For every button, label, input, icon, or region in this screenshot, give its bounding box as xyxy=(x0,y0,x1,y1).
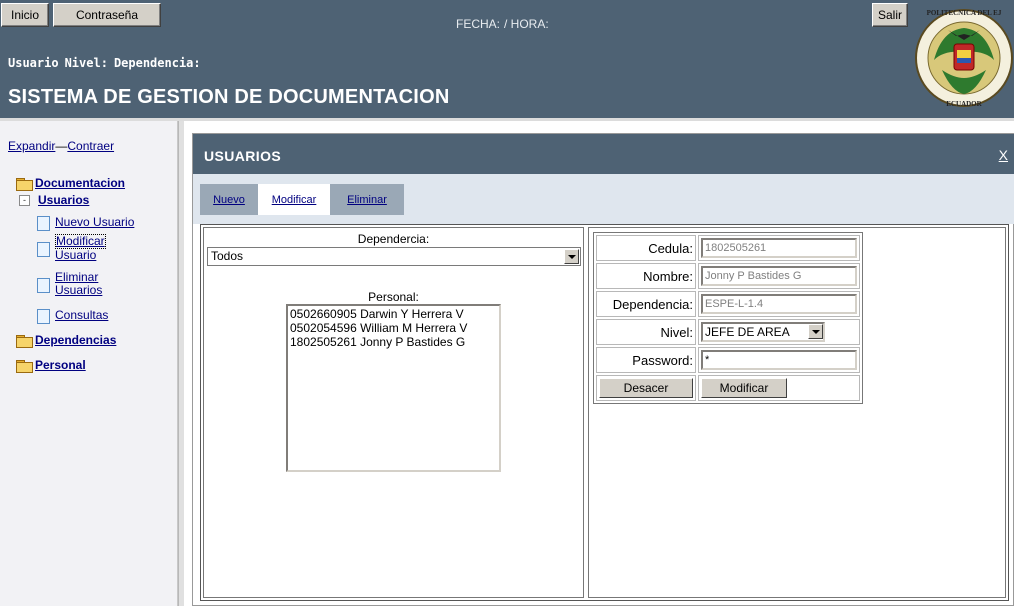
tree-consultas[interactable]: Consultas xyxy=(37,309,108,324)
tree-nuevo-usuario[interactable]: Nuevo Usuario xyxy=(37,216,134,231)
password-button[interactable]: Contraseña xyxy=(53,3,161,27)
tab-content: Dependercia: Todos Personal: 0502660905 … xyxy=(200,224,1009,601)
search-pane: Dependercia: Todos Personal: 0502660905 … xyxy=(203,227,584,598)
tab-eliminar[interactable]: Eliminar xyxy=(330,184,404,215)
personal-link[interactable]: Personal xyxy=(35,358,86,372)
tree-eliminar-usuarios[interactable]: Eliminar Usuarios xyxy=(37,271,102,297)
inicio-button[interactable]: Inicio xyxy=(1,3,49,27)
user-form: Cedula: 1802505261 Nombre: Jonny P Basti… xyxy=(593,232,863,404)
nombre-label: Nombre: xyxy=(596,263,696,289)
list-item[interactable]: 0502660905 Darwin Y Herrera V xyxy=(290,307,497,321)
password-field[interactable]: * xyxy=(701,350,857,370)
usuarios-link[interactable]: Usuarios xyxy=(38,193,89,207)
contraer-link[interactable]: Contraer xyxy=(67,139,114,153)
documentacion-link[interactable]: Documentacion xyxy=(35,176,125,190)
close-icon[interactable]: X xyxy=(999,147,1008,163)
tab-bar: Nuevo Modificar Eliminar xyxy=(193,174,1014,224)
usuarios-sub-link[interactable]: Usuarios xyxy=(55,284,102,297)
user-info: Usuario Nivel: Dependencia: xyxy=(8,56,207,70)
modificar-button[interactable]: Modificar xyxy=(701,378,787,398)
tab-nuevo[interactable]: Nuevo xyxy=(200,184,258,215)
dependencia-select[interactable]: Todos xyxy=(207,247,581,266)
expandir-link[interactable]: Expandir xyxy=(8,139,55,153)
nuevo-usuario-link[interactable]: Nuevo Usuario xyxy=(55,216,134,229)
usuario-link[interactable]: Usuario xyxy=(55,249,106,262)
tree-dependencias[interactable]: Dependencias xyxy=(16,333,116,348)
cedula-field[interactable]: 1802505261 xyxy=(701,238,857,258)
document-icon xyxy=(37,309,50,324)
salir-button[interactable]: Salir xyxy=(872,3,908,27)
panel-header: USUARIOS X xyxy=(193,134,1014,174)
folder-icon xyxy=(16,178,33,191)
collapse-icon[interactable]: - xyxy=(19,195,30,206)
app-header: Inicio Contraseña FECHA: / HORA: Salir Us… xyxy=(0,0,1014,118)
dependencias-link[interactable]: Dependencias xyxy=(35,333,116,347)
espe-logo-icon: POLITECNICA DEL EJ ECUADOR xyxy=(915,9,1013,108)
deshacer-button[interactable]: Desacer xyxy=(599,378,693,398)
expand-dash: — xyxy=(55,139,68,153)
dependencia-field[interactable]: ESPE-L-1.4 xyxy=(701,294,857,314)
nivel-label: Nivel: xyxy=(596,319,696,345)
tree-usuarios[interactable]: - Usuarios xyxy=(19,193,89,207)
svg-text:POLITECNICA DEL EJ: POLITECNICA DEL EJ xyxy=(927,9,1002,17)
dependencia-selected: Todos xyxy=(211,249,244,263)
nivel-label: Nivel: xyxy=(64,56,108,70)
hora-label: / HORA: xyxy=(504,17,549,31)
dependencia-label: Dependencia: xyxy=(113,56,201,70)
document-icon xyxy=(37,278,50,293)
document-icon xyxy=(37,242,50,257)
personal-listbox[interactable]: 0502660905 Darwin Y Herrera V 0502054596… xyxy=(286,304,501,472)
edit-pane: Cedula: 1802505261 Nombre: Jonny P Basti… xyxy=(588,227,1006,598)
dependencia-filter-label: Dependercia: xyxy=(357,232,430,246)
tree-modificar-usuario[interactable]: Modificar Usuario xyxy=(37,234,106,262)
fecha-label: FECHA: xyxy=(456,17,501,31)
list-item[interactable]: 0502054596 William M Herrera V xyxy=(290,321,497,335)
cedula-label: Cedula: xyxy=(596,235,696,261)
date-time: FECHA: / HORA: xyxy=(456,17,553,31)
folder-icon xyxy=(16,360,33,373)
user-label: Usuario xyxy=(8,56,59,70)
expand-collapse: Expandir—Contraer xyxy=(8,139,114,153)
consultas-link[interactable]: Consultas xyxy=(55,309,108,322)
password-label: Password: xyxy=(596,347,696,373)
dependencia-field-label: Dependencia: xyxy=(596,291,696,317)
panel-title: USUARIOS xyxy=(204,148,282,164)
usuarios-panel: USUARIOS X Nuevo Modificar Eliminar Depe… xyxy=(192,133,1014,606)
tab-modificar[interactable]: Modificar xyxy=(258,184,330,215)
list-item[interactable]: 1802505261 Jonny P Bastides G xyxy=(290,335,497,349)
nombre-field[interactable]: Jonny P Bastides G xyxy=(701,266,857,286)
system-title: SISTEMA DE GESTION DE DOCUMENTACION xyxy=(8,86,450,108)
sidebar: Expandir—Contraer Documentacion - Usuari… xyxy=(0,121,178,606)
document-icon xyxy=(37,216,50,231)
nivel-select[interactable]: JEFE DE AREA xyxy=(701,322,825,342)
chevron-down-icon[interactable] xyxy=(564,249,579,264)
personal-label: Personal: xyxy=(368,290,419,304)
tree-personal[interactable]: Personal xyxy=(16,358,86,373)
nivel-selected: JEFE DE AREA xyxy=(705,325,790,339)
folder-icon xyxy=(16,335,33,348)
frame-divider[interactable] xyxy=(178,121,184,606)
tree-documentacion[interactable]: Documentacion xyxy=(16,176,125,191)
modificar-link[interactable]: Modificar xyxy=(55,234,106,249)
svg-text:ECUADOR: ECUADOR xyxy=(946,100,982,108)
chevron-down-icon[interactable] xyxy=(808,324,823,339)
